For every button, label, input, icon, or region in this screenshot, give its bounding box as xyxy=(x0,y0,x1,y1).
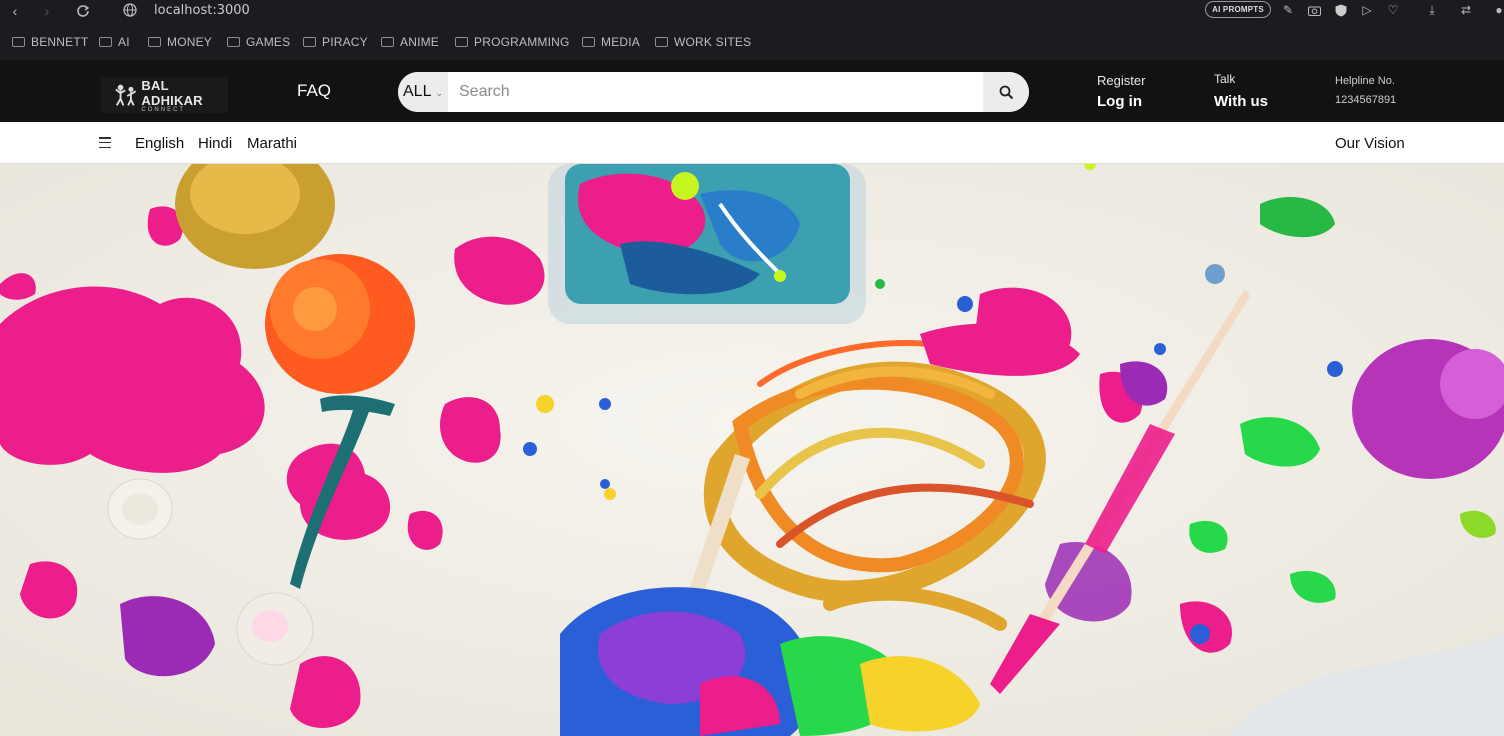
language-english[interactable]: English xyxy=(135,135,184,152)
login-link[interactable]: Log in xyxy=(1097,93,1142,110)
sliders-icon[interactable]: ⇄ xyxy=(1457,1,1475,19)
browser-toolbar: ‹ › localhost:3000 AI PROMPTS ✎ ▷ ♡ ⤓ ⇄ … xyxy=(0,0,1504,22)
talk-label[interactable]: Talk xyxy=(1214,72,1235,86)
reload-icon[interactable] xyxy=(74,2,92,20)
bookmark-folder[interactable]: PROGRAMMING xyxy=(455,35,570,49)
bookmark-label: BENNETT xyxy=(31,35,89,49)
site-info-icon[interactable] xyxy=(122,2,138,18)
search-bar: ALL ⌄ xyxy=(398,72,1029,112)
language-marathi[interactable]: Marathi xyxy=(247,135,297,152)
folder-icon xyxy=(381,37,394,47)
bookmark-folder[interactable]: GAMES xyxy=(227,35,290,49)
faq-link[interactable]: FAQ xyxy=(297,81,331,101)
search-category-select[interactable]: ALL ⌄ xyxy=(398,72,448,112)
bookmark-label: GAMES xyxy=(246,35,291,49)
contact-link[interactable]: With us xyxy=(1214,93,1268,110)
ai-prompts-button[interactable]: AI PROMPTS xyxy=(1205,1,1271,18)
heart-icon[interactable]: ♡ xyxy=(1384,1,1402,19)
bookmark-label: PIRACY xyxy=(322,35,368,49)
search-button[interactable] xyxy=(983,72,1029,112)
back-icon[interactable]: ‹ xyxy=(6,2,24,20)
bookmark-label: MONEY xyxy=(167,35,213,49)
helpline-label: Helpline No. xyxy=(1335,75,1395,87)
search-category-value: ALL xyxy=(403,83,432,100)
folder-icon xyxy=(227,37,240,47)
profile-icon[interactable]: ● xyxy=(1490,1,1504,19)
camera-icon[interactable] xyxy=(1305,1,1323,19)
site-logo[interactable]: BAL ADHIKAR CONNECT xyxy=(101,77,228,113)
hero-image xyxy=(0,164,1504,736)
address-bar[interactable]: localhost:3000 xyxy=(154,3,250,18)
folder-icon xyxy=(99,37,112,47)
register-label[interactable]: Register xyxy=(1097,73,1145,88)
edit-icon[interactable]: ✎ xyxy=(1279,1,1297,19)
bookmark-label: AI xyxy=(118,35,130,49)
bookmark-label: WORK SITES xyxy=(674,35,752,49)
forward-icon[interactable]: › xyxy=(38,2,56,20)
search-icon xyxy=(999,85,1013,99)
bookmark-folder[interactable]: ANIME xyxy=(381,35,439,49)
folder-icon xyxy=(582,37,595,47)
menu-icon[interactable] xyxy=(99,137,111,148)
bookmark-folder[interactable]: BENNETT xyxy=(12,35,88,49)
our-vision-link[interactable]: Our Vision xyxy=(1335,135,1405,152)
helpline-number: 1234567891 xyxy=(1335,94,1397,106)
folder-icon xyxy=(12,37,25,47)
folder-icon xyxy=(455,37,468,47)
bookmark-folder[interactable]: MEDIA xyxy=(582,35,640,49)
language-hindi[interactable]: Hindi xyxy=(198,135,232,152)
site-header: BAL ADHIKAR CONNECT FAQ ALL ⌄ Register L… xyxy=(0,60,1504,122)
download-icon[interactable]: ⤓ xyxy=(1423,1,1441,19)
logo-title: BAL ADHIKAR xyxy=(141,77,203,108)
bookmark-label: ANIME xyxy=(400,35,440,49)
search-input[interactable] xyxy=(448,72,983,112)
bookmark-folder[interactable]: WORK SITES xyxy=(655,35,751,49)
sub-navigation: English Hindi Marathi Our Vision xyxy=(0,122,1504,164)
folder-icon xyxy=(148,37,161,47)
bookmark-folder[interactable]: MONEY xyxy=(148,35,212,49)
bookmark-folder[interactable]: AI xyxy=(99,35,130,49)
children-logo-icon xyxy=(115,84,137,106)
bookmark-label: PROGRAMMING xyxy=(474,35,570,49)
bookmarks-bar: BENNETT AI MONEY GAMES PIRACY ANIME PROG… xyxy=(0,22,1504,60)
paint-splatter-illustration xyxy=(0,164,1504,736)
chevron-down-icon: ⌄ xyxy=(435,87,444,98)
bookmark-folder[interactable]: PIRACY xyxy=(303,35,368,49)
folder-icon xyxy=(655,37,668,47)
bookmark-label: MEDIA xyxy=(601,35,641,49)
logo-subtitle: CONNECT xyxy=(141,106,186,113)
send-icon[interactable]: ▷ xyxy=(1358,1,1376,19)
shield-icon[interactable] xyxy=(1332,1,1350,19)
folder-icon xyxy=(303,37,316,47)
